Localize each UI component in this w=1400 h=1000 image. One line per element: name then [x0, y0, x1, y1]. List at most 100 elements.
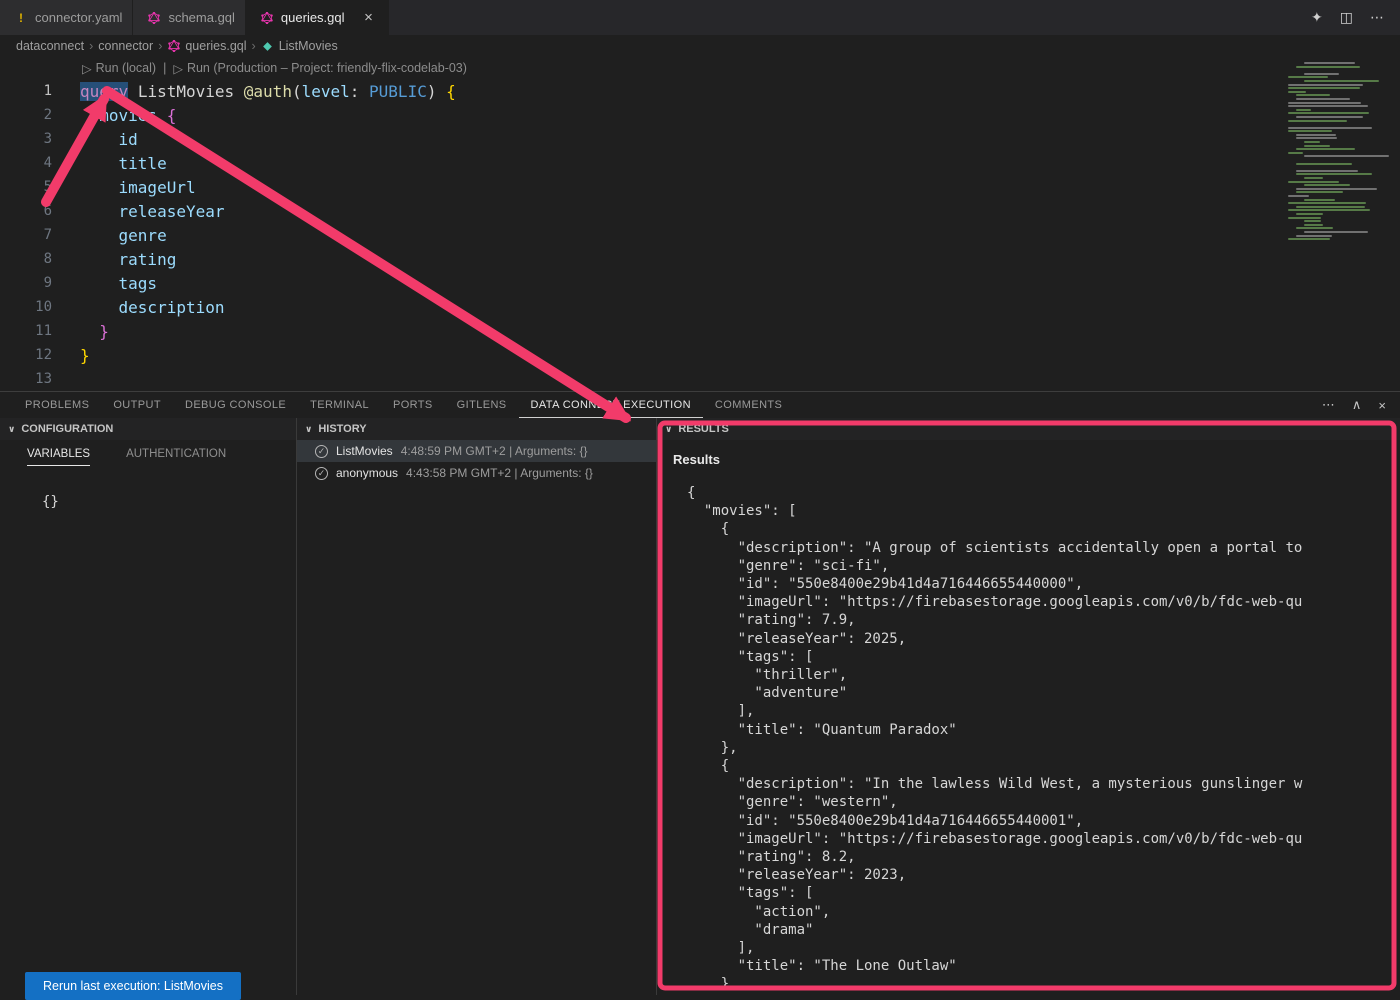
editor-tab-bar: !connector.yamlschema.gqlqueries.gql× ✦ …: [0, 0, 1400, 35]
panel-tab-output[interactable]: OUTPUT: [101, 392, 173, 418]
line-number: 8: [0, 251, 52, 267]
panel-close-icon[interactable]: ×: [1378, 398, 1386, 413]
history-item-ListMovies[interactable]: ✓ListMovies4:48:59 PM GMT+2 | Arguments:…: [297, 440, 656, 462]
history-item-anonymous[interactable]: ✓anonymous4:43:58 PM GMT+2 | Arguments: …: [297, 462, 656, 484]
play-icon: ▷: [173, 61, 183, 76]
code-line-4[interactable]: 4 title: [0, 151, 1400, 175]
code-line-5[interactable]: 5 imageUrl: [0, 175, 1400, 199]
line-code: id: [80, 130, 138, 149]
results-json: { "movies": [ { "description": "A group …: [673, 484, 1400, 994]
run-production-link[interactable]: ▷ Run (Production – Project: friendly-fl…: [173, 61, 467, 76]
split-editor-icon[interactable]: ◫: [1340, 9, 1353, 26]
graphql-icon: [147, 11, 161, 25]
line-code: title: [80, 154, 167, 173]
results-section: ∨ RESULTS Results { "movies": [ { "descr…: [656, 418, 1400, 995]
results-content[interactable]: Results { "movies": [ { "description": "…: [657, 440, 1400, 995]
close-icon[interactable]: ×: [360, 9, 378, 26]
panel-tab-gitlens[interactable]: GITLENS: [445, 392, 519, 418]
line-code: }: [80, 346, 90, 365]
history-list: ✓ListMovies4:48:59 PM GMT+2 | Arguments:…: [297, 440, 656, 484]
code-line-13[interactable]: 13: [0, 367, 1400, 391]
configuration-section: ∨ CONFIGURATION VARIABLESAUTHENTICATION …: [0, 418, 296, 995]
panel-tab-data-connect-execution[interactable]: DATA CONNECT EXECUTION: [519, 392, 703, 418]
config-tab-authentication[interactable]: AUTHENTICATION: [126, 448, 226, 466]
code-line-1[interactable]: 1query ListMovies @auth(level: PUBLIC) {: [0, 79, 1400, 103]
code-line-11[interactable]: 11 }: [0, 319, 1400, 343]
line-number: 9: [0, 275, 52, 291]
chevron-down-icon: ∨: [305, 424, 312, 435]
editor-lines[interactable]: 1query ListMovies @auth(level: PUBLIC) {…: [0, 79, 1400, 391]
configuration-header[interactable]: ∨ CONFIGURATION: [0, 418, 296, 440]
line-code: }: [80, 322, 109, 341]
panel-more-icon[interactable]: ⋯: [1322, 397, 1335, 413]
history-header[interactable]: ∨ HISTORY: [297, 418, 656, 440]
panel-tab-terminal[interactable]: TERMINAL: [298, 392, 381, 418]
breadcrumb-item-dataconnect[interactable]: dataconnect: [16, 39, 84, 53]
check-circle-icon: ✓: [315, 445, 328, 458]
line-number: 6: [0, 203, 52, 219]
code-line-6[interactable]: 6 releaseYear: [0, 199, 1400, 223]
code-line-9[interactable]: 9 tags: [0, 271, 1400, 295]
line-number: 13: [0, 371, 52, 387]
code-line-7[interactable]: 7 genre: [0, 223, 1400, 247]
variables-value: {}: [42, 494, 296, 510]
results-header[interactable]: ∨ RESULTS: [657, 418, 1400, 440]
history-section: ∨ HISTORY ✓ListMovies4:48:59 PM GMT+2 | …: [296, 418, 656, 995]
line-code: description: [80, 298, 225, 317]
tab-label: connector.yaml: [35, 10, 122, 25]
panel-tab-row: PROBLEMSOUTPUTDEBUG CONSOLETERMINALPORTS…: [0, 392, 1400, 418]
editor[interactable]: ▷ Run (local) | ▷ Run (Production – Proj…: [0, 57, 1400, 391]
code-line-10[interactable]: 10 description: [0, 295, 1400, 319]
line-code: releaseYear: [80, 202, 225, 221]
line-number: 1: [0, 83, 52, 99]
line-number: 12: [0, 347, 52, 363]
panel-tab-debug-console[interactable]: DEBUG CONSOLE: [173, 392, 298, 418]
tab-label: schema.gql: [168, 10, 234, 25]
code-line-3[interactable]: 3 id: [0, 127, 1400, 151]
line-code: tags: [80, 274, 157, 293]
line-number: 3: [0, 131, 52, 147]
line-number: 11: [0, 323, 52, 339]
line-number: 4: [0, 155, 52, 171]
panel-tab-problems[interactable]: PROBLEMS: [13, 392, 101, 418]
line-code: rating: [80, 250, 176, 269]
chevron-down-icon: ∨: [8, 424, 15, 435]
run-local-link[interactable]: ▷ Run (local): [82, 61, 156, 76]
panel-tab-ports[interactable]: PORTS: [381, 392, 445, 418]
line-code: movies {: [80, 106, 176, 125]
config-tab-variables[interactable]: VARIABLES: [27, 448, 90, 466]
more-actions-icon[interactable]: ⋯: [1370, 9, 1384, 26]
tab-bar-tabs: ! connector.yaml schema.gql queries.gql ×: [0, 0, 389, 35]
rerun-button[interactable]: Rerun last execution: ListMovies: [25, 972, 241, 1000]
results-heading: Results: [673, 452, 1400, 467]
graphql-icon: [167, 39, 181, 53]
tab-schema-gql[interactable]: schema.gql: [133, 0, 245, 35]
breadcrumb-separator-icon: ›: [158, 39, 162, 53]
code-line-12[interactable]: 12}: [0, 343, 1400, 367]
tab-connector-yaml[interactable]: ! connector.yaml: [0, 0, 133, 35]
breadcrumb-item-queries-gql[interactable]: queries.gql: [167, 39, 246, 53]
code-lens: ▷ Run (local) | ▷ Run (Production – Proj…: [82, 57, 1400, 79]
line-number: 5: [0, 179, 52, 195]
breadcrumb-separator-icon: ›: [252, 39, 256, 53]
breadcrumb-item-connector[interactable]: connector: [98, 39, 153, 53]
code-lens-divider: |: [163, 61, 166, 75]
code-line-2[interactable]: 2 movies {: [0, 103, 1400, 127]
configuration-tabs: VARIABLES AUTHENTICATION: [0, 440, 296, 474]
panel-maximize-icon[interactable]: ∧: [1352, 397, 1362, 413]
bottom-panel: PROBLEMSOUTPUTDEBUG CONSOLETERMINALPORTS…: [0, 391, 1400, 995]
line-number: 7: [0, 227, 52, 243]
panel-tab-bar: PROBLEMSOUTPUTDEBUG CONSOLETERMINALPORTS…: [13, 392, 794, 418]
code-line-8[interactable]: 8 rating: [0, 247, 1400, 271]
warning-icon: !: [14, 11, 28, 25]
symbol-icon: [261, 39, 275, 53]
minimap[interactable]: [1284, 59, 1398, 359]
panel-actions: ⋯ ∧ ×: [1322, 397, 1400, 413]
tab-queries-gql[interactable]: queries.gql ×: [246, 0, 389, 35]
breadcrumb-item-ListMovies[interactable]: ListMovies: [261, 39, 338, 53]
panel-tab-comments[interactable]: COMMENTS: [703, 392, 794, 418]
sparkle-icon[interactable]: ✦: [1311, 9, 1323, 26]
tab-label: queries.gql: [281, 10, 345, 25]
line-code: imageUrl: [80, 178, 196, 197]
breadcrumb-separator-icon: ›: [89, 39, 93, 53]
